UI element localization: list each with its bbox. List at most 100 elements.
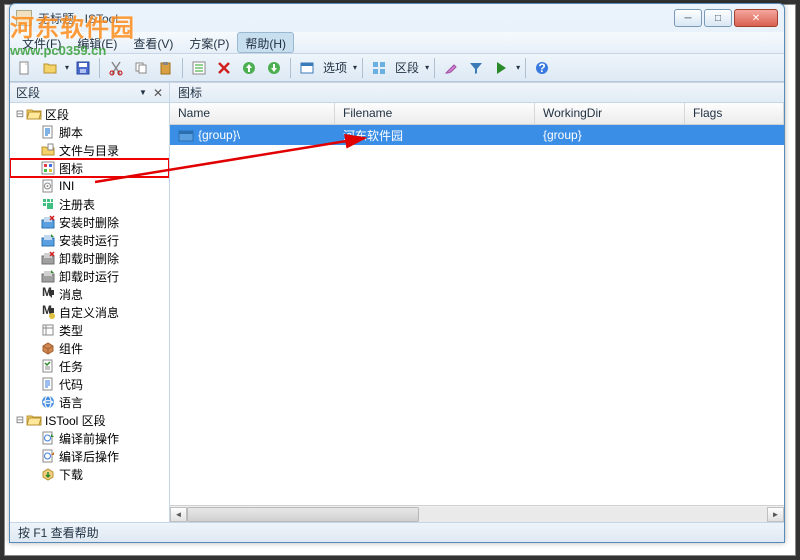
options-icon[interactable] <box>296 57 318 79</box>
up-button[interactable] <box>238 57 260 79</box>
down-button[interactable] <box>263 57 285 79</box>
collapse-icon[interactable]: ⊟ <box>14 109 26 120</box>
cell-workingdir: {group} <box>543 128 582 142</box>
app-icon <box>16 10 32 26</box>
menubar: 文件(F) 编辑(E) 查看(V) 方案(P) 帮助(H) <box>10 32 784 54</box>
tree-item-label: 代码 <box>59 376 83 393</box>
tree-item[interactable]: 编译后操作 <box>10 447 169 465</box>
filter-button[interactable] <box>465 57 487 79</box>
tree-item-label: 类型 <box>59 322 83 339</box>
tree-item[interactable]: 下载 <box>10 465 169 483</box>
titlebar[interactable]: 无标题 - ISTool ─ □ ✕ <box>10 4 784 32</box>
tree-item-icon <box>40 430 56 446</box>
main-header: 图标 <box>170 83 784 103</box>
tree-item[interactable]: 卸载时删除 <box>10 249 169 267</box>
properties-button[interactable] <box>188 57 210 79</box>
scroll-left-icon[interactable]: ◄ <box>170 507 187 522</box>
tree-item[interactable]: 任务 <box>10 357 169 375</box>
tree-item-icon <box>40 448 56 464</box>
tree-item[interactable]: 文件与目录 <box>10 141 169 159</box>
folder-open-icon <box>26 412 42 428</box>
svg-text:?: ? <box>538 61 545 75</box>
tree-item-icon <box>40 214 56 230</box>
maximize-button[interactable]: □ <box>704 9 732 27</box>
menu-help[interactable]: 帮助(H) <box>237 32 294 53</box>
horizontal-scrollbar[interactable]: ◄ ► <box>170 505 784 522</box>
tree-item-icon <box>40 268 56 284</box>
tree-item[interactable]: M消息 <box>10 285 169 303</box>
sections-dropdown-icon[interactable]: ▾ <box>425 63 429 72</box>
column-name[interactable]: Name <box>170 103 335 124</box>
options-label[interactable]: 选项 <box>323 59 347 76</box>
list-row[interactable]: {group}\ 河东软件园 {group} <box>170 125 784 145</box>
tree-item[interactable]: 语言 <box>10 393 169 411</box>
tree-item-label: 自定义消息 <box>59 304 119 321</box>
open-dropdown-icon[interactable]: ▾ <box>65 63 69 72</box>
open-button[interactable] <box>39 57 61 79</box>
tree-item-label: 注册表 <box>59 196 95 213</box>
list-view[interactable]: Name Filename WorkingDir Flags {group}\ … <box>170 103 784 505</box>
tree-item-icon <box>40 340 56 356</box>
tree-item[interactable]: 类型 <box>10 321 169 339</box>
tree-item[interactable]: 代码 <box>10 375 169 393</box>
help-button[interactable]: ? <box>531 57 553 79</box>
tree-root-istool[interactable]: ⊟ ISTool 区段 <box>10 411 169 429</box>
tree-item[interactable]: 注册表 <box>10 195 169 213</box>
tree-item[interactable]: 组件 <box>10 339 169 357</box>
tree-item[interactable]: 安装时删除 <box>10 213 169 231</box>
copy-button[interactable] <box>130 57 152 79</box>
cell-name: {group}\ <box>198 128 240 142</box>
window-title: 无标题 - ISTool <box>38 10 674 27</box>
scroll-track[interactable] <box>187 507 767 522</box>
sidebar: 区段 ▼ ✕ ⊟ 区段 脚本文件与目录图标INI注册表安装时删除安装时运行卸载时… <box>10 83 170 522</box>
tree-item[interactable]: 脚本 <box>10 123 169 141</box>
sidebar-dropdown-icon[interactable]: ▼ <box>139 88 147 97</box>
tree-item-label: 安装时删除 <box>59 214 119 231</box>
sections-icon[interactable] <box>368 57 390 79</box>
new-button[interactable] <box>14 57 36 79</box>
tree-item[interactable]: INI <box>10 177 169 195</box>
options-dropdown-icon[interactable]: ▾ <box>353 63 357 72</box>
menu-project[interactable]: 方案(P) <box>181 32 237 53</box>
scroll-right-icon[interactable]: ► <box>767 507 784 522</box>
tree-item-icon <box>40 142 56 158</box>
cut-button[interactable] <box>105 57 127 79</box>
tree-root-sections[interactable]: ⊟ 区段 <box>10 105 169 123</box>
tree-item-label: 图标 <box>59 160 83 177</box>
scroll-thumb[interactable] <box>187 507 419 522</box>
tree-item-label: 编译前操作 <box>59 430 119 447</box>
tree-item-label: 下载 <box>59 466 83 483</box>
tree-item[interactable]: 图标 <box>10 159 169 177</box>
main-title: 图标 <box>178 84 202 101</box>
column-workingdir[interactable]: WorkingDir <box>535 103 685 124</box>
tree-item-icon <box>40 178 56 194</box>
tree[interactable]: ⊟ 区段 脚本文件与目录图标INI注册表安装时删除安装时运行卸载时删除卸载时运行… <box>10 103 169 522</box>
brush-button[interactable] <box>440 57 462 79</box>
tree-item-icon: M <box>40 304 56 320</box>
menu-edit[interactable]: 编辑(E) <box>69 32 125 53</box>
run-button[interactable] <box>490 57 512 79</box>
tree-item[interactable]: 安装时运行 <box>10 231 169 249</box>
tree-item[interactable]: 编译前操作 <box>10 429 169 447</box>
menu-file[interactable]: 文件(F) <box>14 32 69 53</box>
tree-item-label: 组件 <box>59 340 83 357</box>
close-button[interactable]: ✕ <box>734 9 778 27</box>
sections-label[interactable]: 区段 <box>395 59 419 76</box>
delete-button[interactable] <box>213 57 235 79</box>
tree-item[interactable]: 卸载时运行 <box>10 267 169 285</box>
run-dropdown-icon[interactable]: ▾ <box>516 63 520 72</box>
minimize-button[interactable]: ─ <box>674 9 702 27</box>
paste-button[interactable] <box>155 57 177 79</box>
tree-item-icon <box>40 358 56 374</box>
tree-item-icon <box>40 376 56 392</box>
tree-item[interactable]: M自定义消息 <box>10 303 169 321</box>
collapse-icon[interactable]: ⊟ <box>14 415 26 426</box>
sidebar-close-icon[interactable]: ✕ <box>153 86 163 100</box>
menu-view[interactable]: 查看(V) <box>125 32 181 53</box>
column-filename[interactable]: Filename <box>335 103 535 124</box>
tree-item-label: 消息 <box>59 286 83 303</box>
folder-open-icon <box>26 106 42 122</box>
tree-item-label: 语言 <box>59 394 83 411</box>
save-button[interactable] <box>72 57 94 79</box>
column-flags[interactable]: Flags <box>685 103 784 124</box>
